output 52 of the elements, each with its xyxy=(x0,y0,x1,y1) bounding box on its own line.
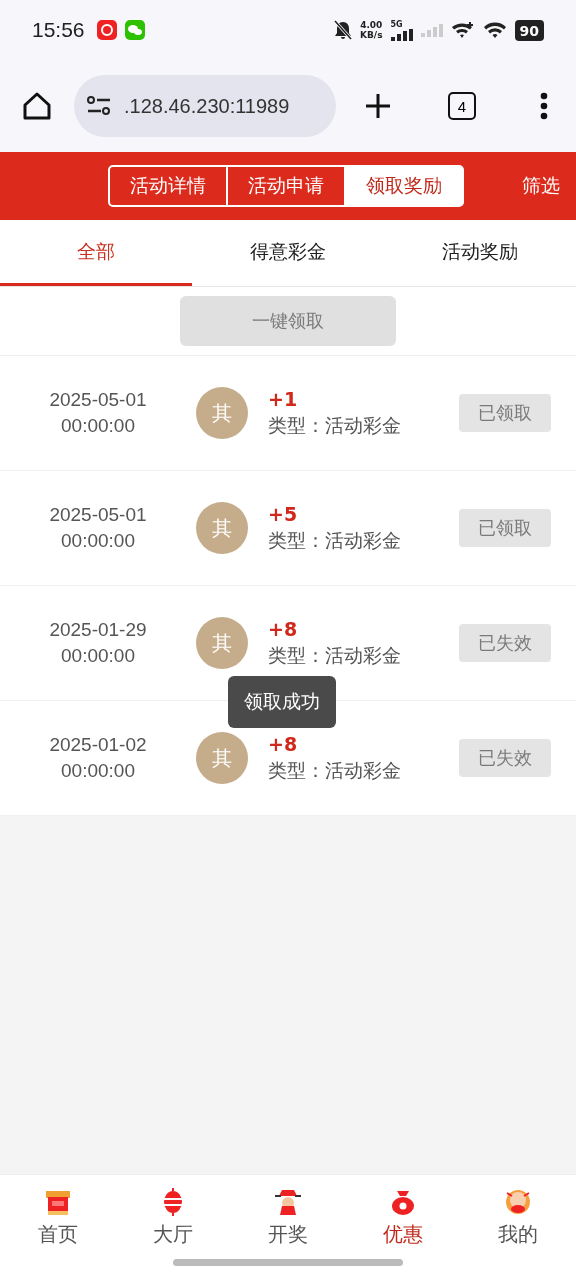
status-button[interactable]: 已领取 xyxy=(459,394,551,432)
toast-message: 领取成功 xyxy=(228,676,336,728)
record-time: 00:00:00 xyxy=(61,759,135,783)
address-bar[interactable]: .128.46.230:11989 xyxy=(74,75,336,137)
record-date: 2025-05-01 xyxy=(49,503,147,527)
wifi-icon xyxy=(450,21,475,39)
record-time: 00:00:00 xyxy=(61,529,135,553)
nav-item[interactable]: 首页 xyxy=(0,1175,116,1259)
segment-tab[interactable]: 活动申请 xyxy=(228,167,344,205)
record-time: 00:00:00 xyxy=(61,644,135,668)
status-button[interactable]: 已领取 xyxy=(459,509,551,547)
reward-type: 类型：活动彩金 xyxy=(268,528,402,553)
reward-type: 类型：活动彩金 xyxy=(268,413,402,438)
record-date: 2025-05-01 xyxy=(49,388,147,412)
status-button[interactable]: 已失效 xyxy=(459,624,551,662)
nav-item[interactable]: 我的 xyxy=(460,1175,576,1259)
status-button[interactable]: 已失效 xyxy=(459,739,551,777)
signal-icon xyxy=(420,23,443,37)
reward-type: 类型：活动彩金 xyxy=(268,643,402,668)
reward-amount: +1 xyxy=(268,387,299,411)
reward-type: 类型：活动彩金 xyxy=(268,758,402,783)
chat-icon xyxy=(124,20,145,40)
nav-item[interactable]: 开奖 xyxy=(230,1175,346,1259)
nav-item[interactable]: 优惠 xyxy=(345,1175,461,1259)
category-avatar: 其 xyxy=(196,617,248,669)
tab-count-button[interactable]: 4 xyxy=(448,92,476,120)
reward-amount: +8 xyxy=(268,732,299,756)
battery-level: 90 xyxy=(519,22,539,39)
segment-tab[interactable]: 活动详情 xyxy=(110,167,226,205)
category-avatar: 其 xyxy=(196,502,248,554)
signal-icon xyxy=(390,28,413,41)
home-icon[interactable] xyxy=(22,91,52,121)
reward-amount: +5 xyxy=(268,502,299,526)
category-avatar: 其 xyxy=(196,387,248,439)
site-settings-icon[interactable] xyxy=(86,96,112,116)
record-date: 2025-01-02 xyxy=(49,733,147,757)
record-date: 2025-01-29 xyxy=(49,618,147,642)
network-type: 5G xyxy=(390,19,403,29)
menu-icon[interactable] xyxy=(540,92,548,120)
filter-button[interactable]: 筛选 xyxy=(522,173,560,199)
network-speed: 4.00 xyxy=(360,20,383,30)
record-time: 00:00:00 xyxy=(61,414,135,438)
network-speed-unit: KB/s xyxy=(360,30,383,40)
url-text: .128.46.230:11989 xyxy=(124,94,290,118)
reward-amount: +8 xyxy=(268,617,299,641)
app-icon xyxy=(96,20,117,40)
mute-icon xyxy=(334,20,353,40)
wifi-icon xyxy=(482,21,507,39)
category-avatar: 其 xyxy=(196,732,248,784)
nav-item[interactable]: 大厅 xyxy=(115,1175,231,1259)
clock: 15:56 xyxy=(32,18,85,42)
plus-icon[interactable] xyxy=(364,92,392,120)
